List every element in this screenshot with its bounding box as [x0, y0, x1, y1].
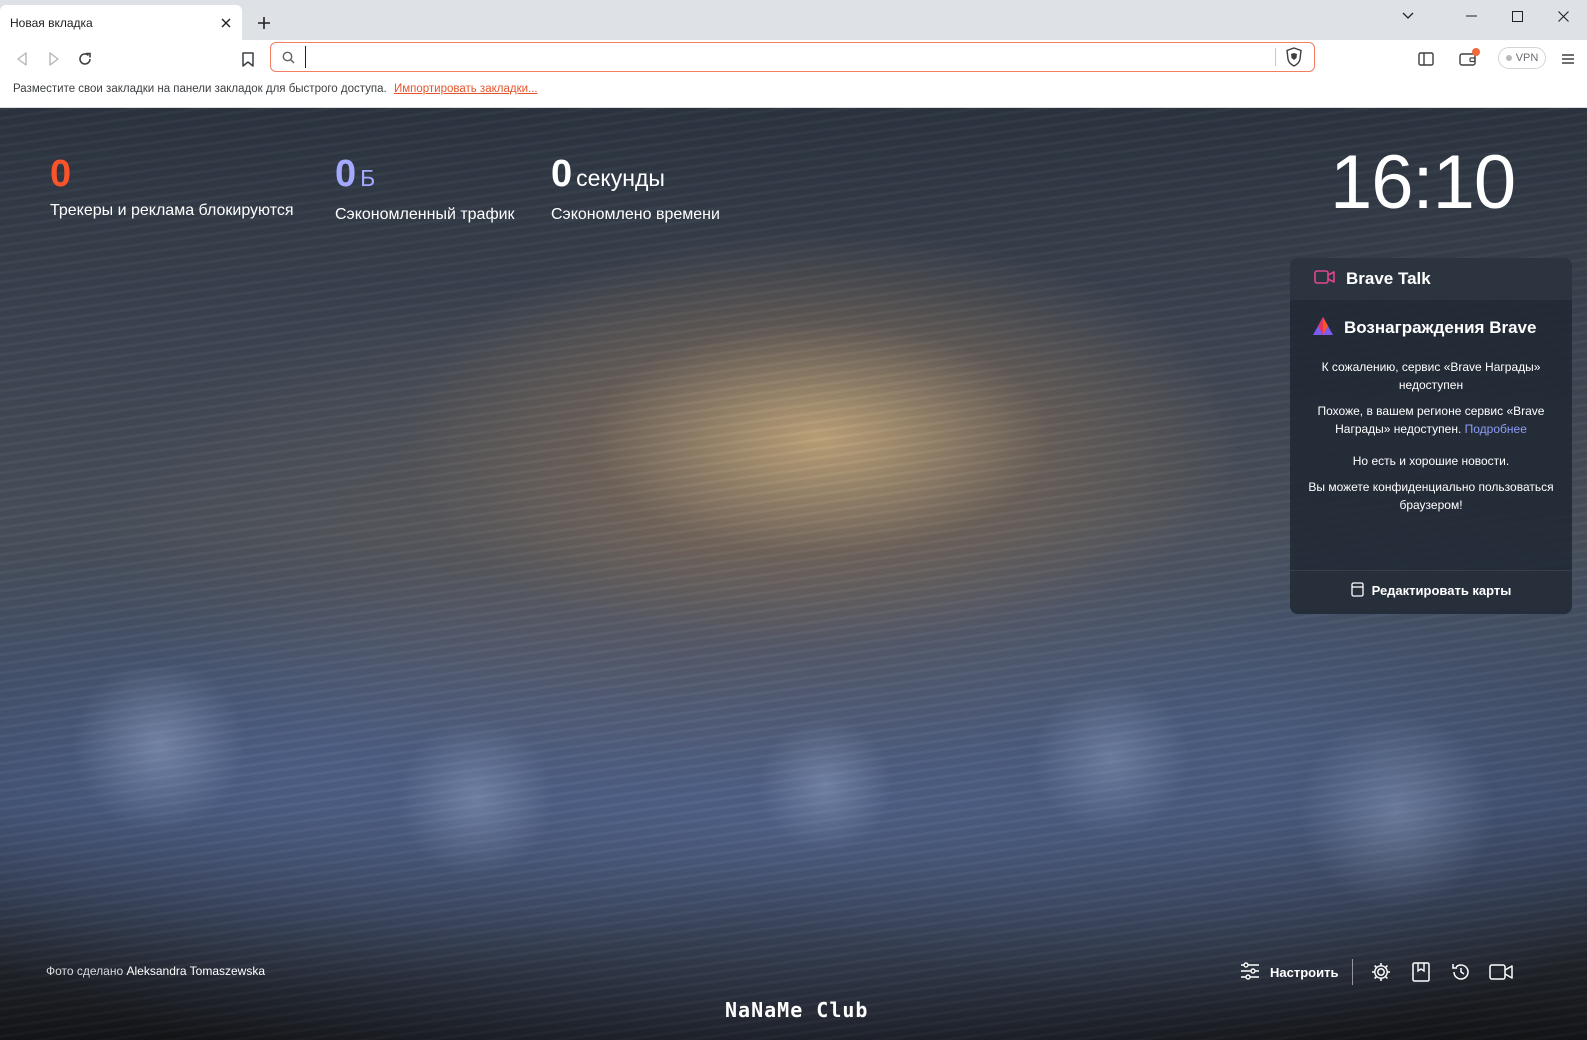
maximize-icon[interactable]: [1494, 0, 1540, 32]
reload-icon[interactable]: [71, 45, 99, 73]
stat-bandwidth: 0Б Сэкономленный трафик: [335, 152, 515, 224]
region-text-row: Похоже, в вашем регионе сервис «Brave На…: [1306, 402, 1556, 438]
watermark-logo: NaNaMe Club: [725, 998, 869, 1022]
background-image: [0, 668, 1587, 928]
address-input[interactable]: [305, 46, 1275, 68]
toolbar: VPN: [0, 40, 1587, 78]
bandwidth-value-row: 0Б: [335, 152, 515, 200]
stat-time: 0 секунды Сэкономлено времени: [551, 152, 720, 224]
vpn-status-dot: [1505, 55, 1512, 61]
bandwidth-unit: Б: [360, 165, 376, 191]
address-bar[interactable]: [270, 42, 1315, 72]
minimize-icon[interactable]: [1448, 0, 1494, 32]
photo-credit-prefix: Фото сделано: [46, 964, 124, 978]
history-icon[interactable]: [1447, 958, 1475, 986]
brave-rewards-title: Вознаграждения Brave: [1344, 318, 1537, 337]
new-tab-page: 0 Трекеры и реклама блокируются 0Б Сэкон…: [0, 108, 1587, 1040]
photo-credit: Фото сделано Aleksandra Tomaszewska: [46, 964, 265, 978]
wallet-icon[interactable]: [1454, 45, 1482, 73]
vpn-button[interactable]: VPN: [1498, 47, 1546, 69]
wallet-notification-badge: [1472, 48, 1480, 56]
edit-cards-button[interactable]: Редактировать карты: [1290, 570, 1572, 610]
clock: 16:10: [1330, 140, 1516, 225]
customize-button[interactable]: Настроить: [1240, 961, 1352, 983]
forward-icon[interactable]: [40, 45, 68, 73]
close-window-icon[interactable]: [1540, 0, 1586, 32]
brave-rewards-logo-icon: [1312, 316, 1334, 341]
brave-talk-video-icon[interactable]: [1487, 958, 1515, 986]
private-browsing-text: Вы можете конфиденциально пользоваться б…: [1308, 480, 1554, 512]
tab-title: Новая вкладка: [10, 15, 93, 30]
time-value: 0: [551, 153, 573, 195]
time-unit: секунды: [576, 165, 665, 191]
brave-shields-icon[interactable]: [1282, 45, 1306, 69]
bookmarks-bar: Разместите свои закладки на панели закла…: [0, 78, 1587, 108]
new-tab-icon[interactable]: [252, 11, 276, 35]
good-news-text: Но есть и хорошие новости.: [1352, 454, 1510, 468]
bandwidth-value: 0: [335, 153, 357, 195]
trackers-count: 0: [50, 153, 72, 195]
edit-cards-label: Редактировать карты: [1371, 583, 1512, 598]
learn-more-link[interactable]: Подробнее: [1465, 422, 1527, 436]
omnibox-divider: [1275, 48, 1276, 66]
cards-widget: Brave Talk Вознаграждения Brave К сожале…: [1290, 258, 1572, 614]
photo-credit-author[interactable]: Aleksandra Tomaszewska: [127, 964, 266, 978]
tab-strip: Новая вкладка: [0, 0, 1587, 40]
video-camera-icon: [1314, 269, 1336, 290]
sliders-icon: [1240, 961, 1260, 983]
menu-icon[interactable]: [1554, 45, 1582, 73]
unavailable-title: К сожалению, сервис «Brave Награды» недо…: [1321, 360, 1541, 392]
brave-rewards-header: Вознаграждения Brave: [1290, 300, 1572, 356]
stat-trackers: 0 Трекеры и реклама блокируются: [50, 152, 294, 220]
edit-cards-icon: [1350, 581, 1364, 600]
brave-talk-card[interactable]: Brave Talk: [1290, 258, 1572, 300]
bookmarks-icon[interactable]: [1407, 958, 1435, 986]
vpn-label: VPN: [1515, 52, 1539, 64]
tab-search-chevron-icon[interactable]: [1385, 0, 1431, 32]
toolbar-divider: [1352, 959, 1354, 985]
bandwidth-label: Сэкономленный трафик: [335, 206, 515, 223]
tab-new-tab[interactable]: Новая вкладка: [0, 5, 242, 40]
bottom-toolbar: Настроить: [1240, 956, 1527, 988]
customize-label: Настроить: [1270, 964, 1339, 980]
bookmark-page-icon[interactable]: [234, 45, 262, 73]
sidebar-toggle-icon[interactable]: [1412, 45, 1440, 73]
trackers-label: Трекеры и реклама блокируются: [50, 202, 294, 219]
back-icon[interactable]: [8, 45, 36, 73]
brave-talk-title: Brave Talk: [1346, 269, 1431, 288]
close-tab-icon[interactable]: [214, 11, 238, 35]
settings-gear-icon[interactable]: [1367, 958, 1395, 986]
import-bookmarks-link[interactable]: Импортировать закладки...: [394, 83, 538, 95]
time-value-row: 0 секунды: [551, 152, 720, 200]
bookmarks-bar-message: Разместите свои закладки на панели закла…: [13, 83, 387, 95]
rewards-unavailable-message: К сожалению, сервис «Brave Награды» недо…: [1290, 356, 1572, 514]
search-icon: [271, 44, 305, 70]
time-label: Сэкономлено времени: [551, 206, 720, 223]
